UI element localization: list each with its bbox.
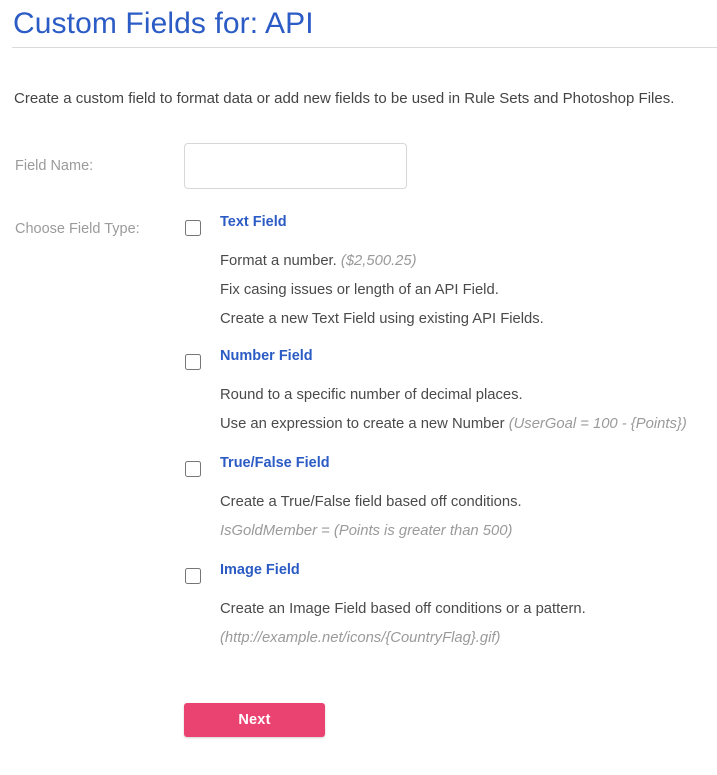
next-button[interactable]: Next: [184, 703, 325, 737]
field-name-input[interactable]: [184, 143, 407, 189]
field-type-label-number[interactable]: Number Field: [220, 348, 313, 364]
desc-text: Format a number.: [220, 253, 341, 269]
field-type-label-text[interactable]: Text Field: [220, 214, 287, 230]
field-type-desc-line: Format a number. ($2,500.25): [220, 251, 417, 272]
intro-description: Create a custom field to format data or …: [14, 90, 675, 107]
custom-fields-page: Custom Fields for: API Create a custom f…: [0, 0, 717, 775]
field-type-desc-line: Create a new Text Field using existing A…: [220, 309, 544, 330]
desc-text: Create a new Text Field using existing A…: [220, 311, 544, 327]
checkbox-image-field[interactable]: [185, 568, 201, 584]
field-name-label: Field Name:: [15, 158, 94, 174]
field-type-desc-line: Create a True/False field based off cond…: [220, 492, 522, 513]
title-divider: [12, 47, 717, 48]
choose-field-type-label: Choose Field Type:: [15, 221, 140, 237]
desc-text: Create an Image Field based off conditio…: [220, 601, 586, 617]
page-title: Custom Fields for: API: [13, 7, 314, 40]
desc-text: Use an expression to create a new Number: [220, 416, 509, 432]
desc-text: Create a True/False field based off cond…: [220, 494, 522, 510]
desc-example: (http://example.net/icons/{CountryFlag}.…: [220, 630, 501, 646]
field-type-desc-line: Round to a specific number of decimal pl…: [220, 385, 523, 406]
field-type-desc-line: IsGoldMember = (Points is greater than 5…: [220, 521, 512, 542]
checkbox-number-field[interactable]: [185, 354, 201, 370]
desc-example: (UserGoal = 100 - {Points}): [508, 416, 687, 432]
field-type-desc-line: Fix casing issues or length of an API Fi…: [220, 280, 499, 301]
desc-example: IsGoldMember = (Points is greater than 5…: [220, 523, 513, 539]
checkbox-text-field[interactable]: [185, 220, 201, 236]
field-type-desc-line: Create an Image Field based off conditio…: [220, 599, 586, 620]
field-type-desc-line: Use an expression to create a new Number…: [220, 414, 687, 435]
desc-example: ($2,500.25): [340, 253, 417, 269]
field-type-label-boolean[interactable]: True/False Field: [220, 455, 330, 471]
field-type-desc-line: (http://example.net/icons/{CountryFlag}.…: [220, 628, 500, 649]
desc-text: Round to a specific number of decimal pl…: [220, 387, 523, 403]
field-type-label-image[interactable]: Image Field: [220, 562, 300, 578]
desc-text: Fix casing issues or length of an API Fi…: [220, 282, 499, 298]
checkbox-true-false-field[interactable]: [185, 461, 201, 477]
